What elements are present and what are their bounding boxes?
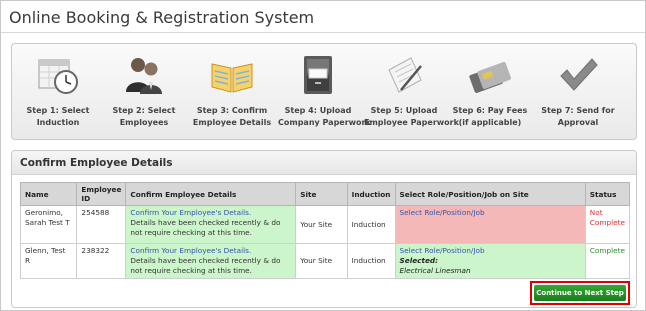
page-frame: Online Booking & Registration System Ste…: [0, 0, 646, 311]
table-row: Geronimo, Sarah Test T 254588 Confirm Yo…: [19, 205, 631, 244]
confirm-details-panel: Confirm Employee Details Name Employee I…: [11, 150, 637, 308]
steps-wizard: Step 1: Select Induction Step 2: Select Em…: [11, 43, 637, 140]
panel-header: Confirm Employee Details: [12, 151, 636, 175]
step-1-select-induction[interactable]: Step 1: Select Induction: [18, 44, 98, 141]
file-cabinet-icon: [295, 52, 341, 98]
open-book-icon: [209, 52, 255, 98]
confirm-details-link[interactable]: Confirm Your Employee's Details.: [130, 246, 291, 256]
role-cell: Select Role/Position/Job Selected: Elect…: [394, 243, 586, 279]
col-confirm-details: Confirm Employee Details: [125, 182, 297, 206]
site-cell: Your Site: [295, 243, 348, 279]
step-7-send-for-approval[interactable]: Step 7: Send for Approval: [538, 44, 618, 141]
checkmark-icon: [555, 52, 601, 98]
employee-name: Glenn, Test R: [19, 243, 78, 279]
induction-cell: Induction: [346, 243, 396, 279]
col-select-role: Select Role/Position/Job on Site: [394, 182, 586, 206]
paper-pen-icon: [381, 52, 427, 98]
confirm-details-cell: Confirm Your Employee's Details. Details…: [125, 205, 297, 244]
status-badge: Not Complete: [584, 205, 631, 244]
calendar-clock-icon: [35, 52, 81, 98]
people-icon: [121, 52, 167, 98]
induction-cell: Induction: [346, 205, 396, 244]
role-cell: Select Role/Position/Job: [394, 205, 586, 244]
confirm-details-link[interactable]: Confirm Your Employee's Details.: [130, 208, 291, 218]
app-title: Online Booking & Registration System: [9, 8, 315, 27]
step-5-upload-employee-paperwork[interactable]: Step 5: Upload Employee Paperwork: [364, 44, 459, 141]
confirm-details-cell: Confirm Your Employee's Details. Details…: [125, 243, 297, 279]
panel-title: Confirm Employee Details: [20, 157, 173, 169]
col-name: Name: [19, 182, 78, 206]
selected-label: Selected:: [399, 256, 439, 265]
site-cell: Your Site: [295, 205, 348, 244]
selected-role-value: Electrical Linesman: [399, 266, 471, 275]
employee-name: Geronimo, Sarah Test T: [19, 205, 78, 244]
employee-table: Name Employee ID Confirm Employee Detail…: [19, 182, 631, 279]
col-status: Status: [584, 182, 631, 206]
select-role-link[interactable]: Select Role/Position/Job: [400, 208, 581, 218]
employee-id: 254588: [76, 205, 127, 244]
title-divider: [1, 32, 645, 33]
step-4-upload-company-paperwork[interactable]: Step 4: Upload Company Paperwork: [278, 44, 371, 141]
table-header-row: Name Employee ID Confirm Employee Detail…: [19, 182, 631, 206]
col-induction: Induction: [346, 182, 396, 206]
col-site: Site: [295, 182, 348, 206]
credit-cards-icon: [467, 52, 513, 98]
confirm-details-note: Details have been checked recently & do …: [130, 218, 281, 237]
step-2-select-employees[interactable]: Step 2: Select Employees: [104, 44, 184, 141]
confirm-details-note: Details have been checked recently & do …: [130, 256, 281, 275]
continue-button[interactable]: Continue to Next Step: [534, 285, 626, 301]
table-row: Glenn, Test R 238322 Confirm Your Employ…: [19, 243, 631, 279]
step-6-pay-fees[interactable]: Step 6: Pay Fees (if applicable): [450, 44, 530, 141]
select-role-link[interactable]: Select Role/Position/Job: [400, 246, 581, 256]
step-3-confirm-employee-details[interactable]: Step 3: Confirm Employee Details: [192, 44, 272, 141]
continue-highlight: Continue to Next Step: [530, 281, 630, 305]
col-employee-id: Employee ID: [76, 182, 127, 206]
status-badge: Complete: [584, 243, 631, 279]
employee-id: 238322: [76, 243, 127, 279]
